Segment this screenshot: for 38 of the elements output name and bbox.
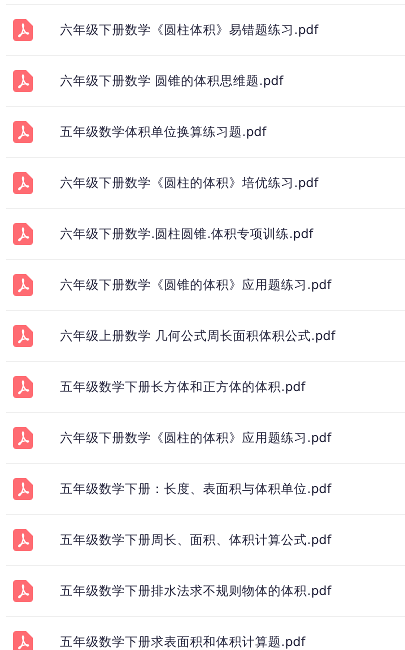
pdf-file-icon: [13, 376, 33, 398]
file-row[interactable]: 五年级数学下册长方体和正方体的体积.pdf: [6, 361, 405, 412]
file-name: 六年级下册数学.圆柱圆锥.体积专项训练.pdf: [60, 226, 314, 242]
pdf-file-icon: [13, 172, 33, 194]
pdf-file-icon: [13, 223, 33, 245]
file-row[interactable]: 五年级数学体积单位换算练习题.pdf: [6, 106, 405, 157]
file-name: 六年级下册数学《圆柱体积》易错题练习.pdf: [60, 22, 318, 38]
file-name: 六年级上册数学 几何公式周长面积体积公式.pdf: [60, 328, 336, 344]
file-row[interactable]: 六年级下册数学《圆锥的体积》应用题练习.pdf: [6, 259, 405, 310]
pdf-file-icon: [13, 70, 33, 92]
file-name: 五年级数学下册求表面积和体积计算题.pdf: [60, 634, 306, 650]
file-name: 六年级下册数学《圆柱的体积》应用题练习.pdf: [60, 430, 332, 446]
file-row[interactable]: 五年级数学下册排水法求不规则物体的体积.pdf: [6, 565, 405, 616]
file-name: 五年级数学下册长方体和正方体的体积.pdf: [60, 378, 306, 396]
file-name: 六年级下册数学 圆锥的体积思维题.pdf: [60, 72, 284, 90]
file-name: 五年级数学下册排水法求不规则物体的体积.pdf: [60, 582, 332, 600]
file-row[interactable]: 五年级数学下册：长度、表面积与体积单位.pdf: [6, 463, 405, 514]
pdf-file-icon: [13, 478, 33, 500]
file-row[interactable]: 六年级下册数学《圆柱的体积》培优练习.pdf: [6, 157, 405, 208]
file-row[interactable]: 五年级数学下册周长、面积、体积计算公式.pdf: [6, 514, 405, 565]
file-row[interactable]: 五年级数学下册求表面积和体积计算题.pdf: [6, 616, 405, 650]
pdf-file-icon: [13, 529, 33, 551]
file-row[interactable]: 六年级下册数学《圆柱的体积》应用题练习.pdf: [6, 412, 405, 463]
file-name: 五年级数学体积单位换算练习题.pdf: [60, 124, 266, 140]
file-name: 五年级数学下册：长度、表面积与体积单位.pdf: [60, 480, 332, 498]
pdf-file-icon: [13, 427, 33, 449]
file-row[interactable]: 六年级下册数学《圆柱体积》易错题练习.pdf: [6, 4, 405, 55]
pdf-file-icon: [13, 274, 33, 296]
pdf-file-icon: [13, 19, 33, 41]
file-row[interactable]: 六年级下册数学 圆锥的体积思维题.pdf: [6, 55, 405, 106]
pdf-file-icon: [13, 121, 33, 143]
pdf-file-icon: [13, 325, 33, 347]
file-name: 六年级下册数学《圆锥的体积》应用题练习.pdf: [60, 276, 332, 294]
file-name: 六年级下册数学《圆柱的体积》培优练习.pdf: [60, 174, 318, 192]
file-row[interactable]: 六年级下册数学.圆柱圆锥.体积专项训练.pdf: [6, 208, 405, 259]
pdf-file-icon: [13, 580, 33, 602]
file-row[interactable]: 六年级上册数学 几何公式周长面积体积公式.pdf: [6, 310, 405, 361]
file-name: 五年级数学下册周长、面积、体积计算公式.pdf: [60, 532, 332, 548]
